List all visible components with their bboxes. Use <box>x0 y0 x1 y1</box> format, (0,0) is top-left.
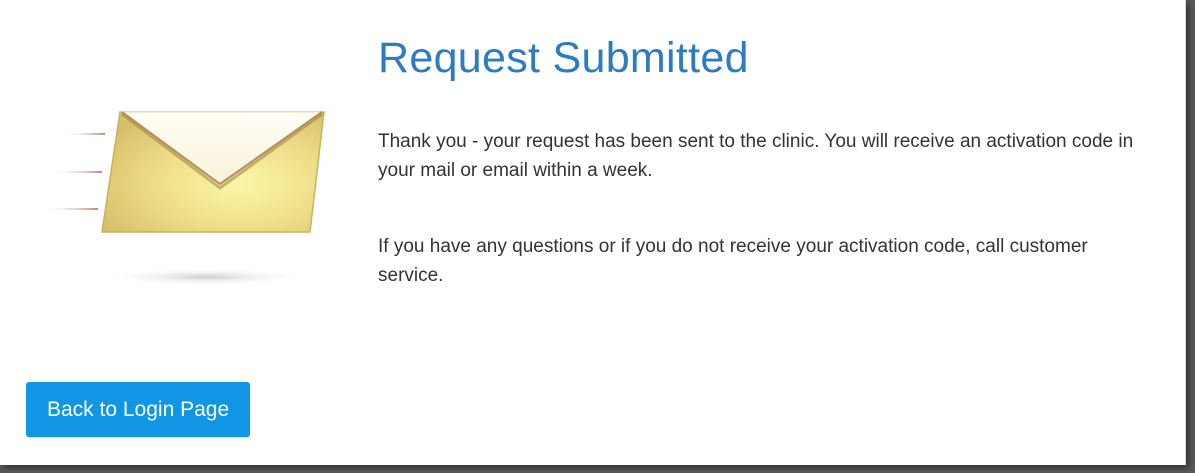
page-title: Request Submitted <box>378 34 749 82</box>
page-backdrop: Request Submitted Thank you - your reque… <box>0 0 1195 473</box>
back-to-login-button[interactable]: Back to Login Page <box>26 382 251 437</box>
confirmation-message: Thank you - your request has been sent t… <box>378 131 1134 181</box>
help-message: If you have any questions or if you do n… <box>378 236 1088 286</box>
flying-envelope-icon <box>38 100 338 300</box>
confirmation-dialog: Request Submitted Thank you - your reque… <box>0 0 1186 465</box>
